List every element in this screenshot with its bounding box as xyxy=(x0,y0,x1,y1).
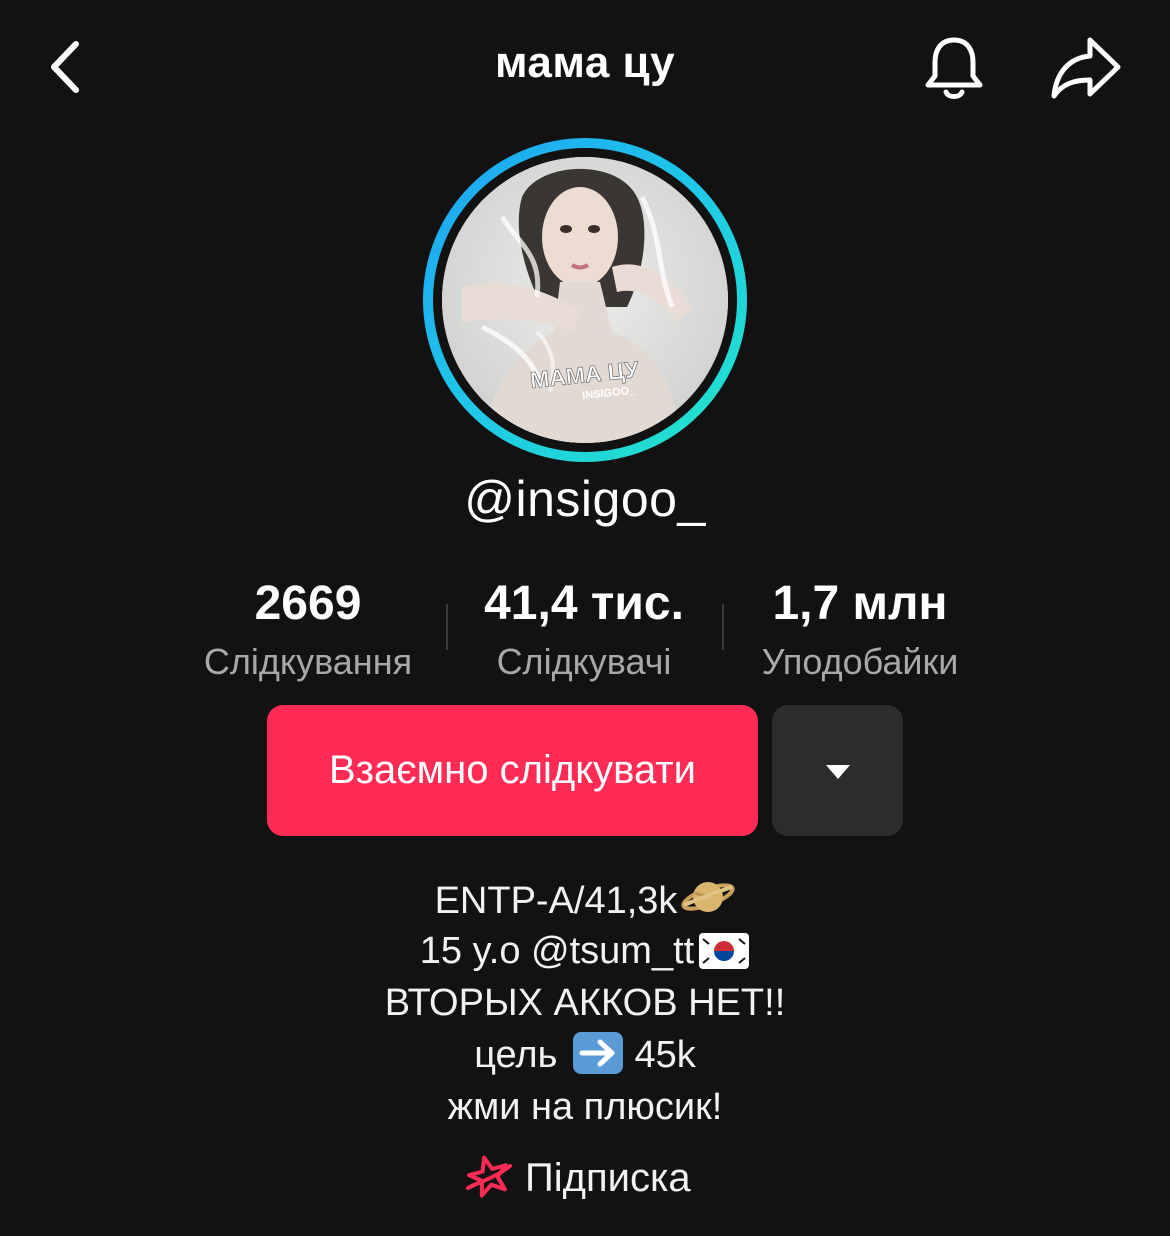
bio-text: 15 y.o @tsum_tt xyxy=(419,930,695,972)
avatar-ring-gap: МАМА ЦУ INSIGOO_ xyxy=(433,148,737,452)
stat-value: 1,7 млн xyxy=(772,577,948,630)
stat-label: Уподобайки xyxy=(761,641,959,682)
bio-line: ВТОРЫХ АККОВ НЕТ!! xyxy=(0,977,1170,1029)
subscription-label: Підписка xyxy=(525,1156,691,1200)
bio-line: жми на плюсик! xyxy=(0,1081,1170,1133)
stat-following[interactable]: 2669 Слідкування xyxy=(188,574,428,690)
stat-divider xyxy=(446,604,448,650)
share-arrow-icon xyxy=(1051,37,1121,99)
subscription-star-icon xyxy=(466,1155,512,1198)
follow-back-button[interactable]: Взаємно слідкувати xyxy=(267,705,758,836)
bio-text: 45k xyxy=(634,1034,696,1076)
avatar-image: МАМА ЦУ INSIGOO_ xyxy=(442,157,728,443)
top-bar: мама цу xyxy=(0,0,1170,135)
bio-line: цель 45k xyxy=(0,1029,1170,1089)
stat-likes[interactable]: 1,7 млн Уподобайки xyxy=(740,574,980,690)
username-handle: @insigoo_ xyxy=(464,471,706,527)
stat-value: 41,4 тис. xyxy=(484,577,684,630)
more-options-button[interactable] xyxy=(772,705,903,836)
bio-text: жми на плюсик! xyxy=(447,1086,723,1128)
stat-label: Слідкувачі xyxy=(496,641,672,682)
bio-line: 15 y.o @tsum_tt xyxy=(0,925,1170,985)
share-button[interactable] xyxy=(1048,34,1124,104)
stat-value: 2669 xyxy=(254,577,362,630)
avatar[interactable]: МАМА ЦУ INSIGOO_ xyxy=(442,157,728,443)
caret-down-icon xyxy=(826,765,850,779)
bio-text: ВТОРЫХ АККОВ НЕТ!! xyxy=(384,982,786,1024)
stat-followers[interactable]: 41,4 тис. Слідкувачі xyxy=(464,574,704,690)
bio-text: цель xyxy=(474,1034,558,1076)
bio-text: ENTP-A/41,3k xyxy=(434,880,678,922)
stat-divider xyxy=(722,604,724,650)
bell-icon xyxy=(925,37,983,99)
profile-stats: 2669 Слідкування 41,4 тис. Слідкувачі 1,… xyxy=(0,574,1170,684)
page-title: мама цу xyxy=(494,38,676,87)
notification-button[interactable] xyxy=(918,32,990,104)
stat-label: Слідкування xyxy=(203,641,413,682)
avatar-story-ring: МАМА ЦУ INSIGOO_ xyxy=(423,138,747,462)
